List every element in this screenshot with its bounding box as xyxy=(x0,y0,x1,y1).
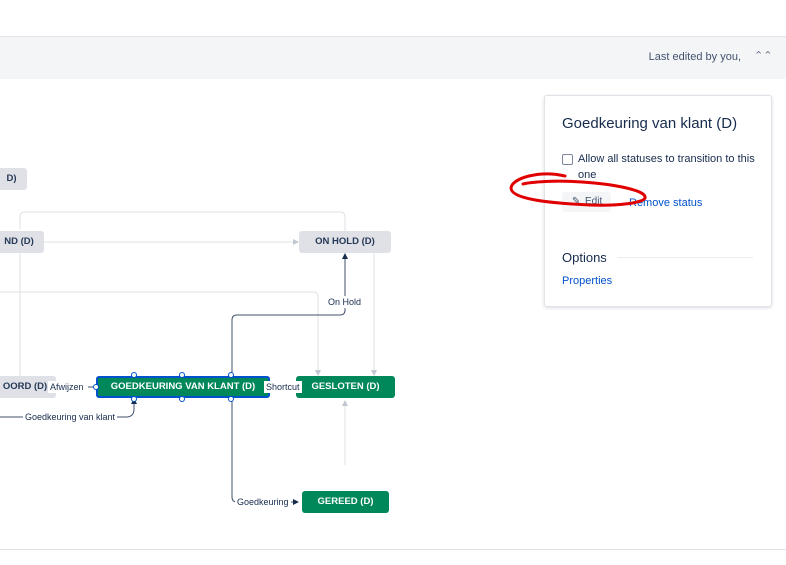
status-label: GOEDKEURING VAN KLANT (D) xyxy=(110,381,256,392)
last-edited-text: Last edited by you, xyxy=(648,51,741,63)
connection-handle[interactable] xyxy=(179,396,185,402)
connection-handle[interactable] xyxy=(179,372,185,378)
status-properties-panel: Goedkeuring van klant (D) Allow all stat… xyxy=(544,95,772,307)
connection-handle[interactable] xyxy=(228,372,234,378)
edit-button[interactable]: ✎ Edit xyxy=(562,192,611,212)
status-label: D) xyxy=(6,173,17,184)
allow-all-label[interactable]: Allow all statuses to transition to this… xyxy=(578,151,758,183)
status-node-partial-mid[interactable]: ND (D) xyxy=(0,231,44,253)
connection-handle[interactable] xyxy=(228,396,234,402)
connection-handle[interactable] xyxy=(131,396,137,402)
status-node-on-hold[interactable]: ON HOLD (D) xyxy=(299,231,391,253)
connection-handle[interactable] xyxy=(131,372,137,378)
transition-label-afwijzen[interactable]: Afwijzen xyxy=(48,381,86,393)
connection-handle[interactable] xyxy=(93,384,99,390)
status-label: OORD (D) xyxy=(2,381,48,392)
options-heading: Options xyxy=(562,250,607,265)
pencil-icon: ✎ xyxy=(572,196,581,207)
properties-link[interactable]: Properties xyxy=(562,275,612,287)
allow-all-checkbox[interactable] xyxy=(562,154,573,165)
transition-label-on-hold[interactable]: On Hold xyxy=(326,296,364,308)
status-label: ND (D) xyxy=(4,236,34,247)
options-divider xyxy=(617,257,753,258)
edit-button-label: Edit xyxy=(585,196,603,207)
status-node-gesloten[interactable]: GESLOTEN (D) xyxy=(296,376,395,398)
transition-label-shortcut[interactable]: Shortcut xyxy=(264,381,302,393)
panel-title: Goedkeuring van klant (D) xyxy=(562,115,738,132)
transition-label-goedkeuring-van-klant[interactable]: Goedkeuring van klant xyxy=(23,411,118,423)
chevron-double-up-icon[interactable]: ⌃⌃ xyxy=(754,49,772,63)
status-node-partial-top[interactable]: D) xyxy=(0,168,27,190)
status-label: GESLOTEN (D) xyxy=(311,381,380,392)
status-label: GEREED (D) xyxy=(317,496,374,507)
transition-label-goedkeuring[interactable]: Goedkeuring xyxy=(235,496,291,508)
toolbar: Last edited by you, ⌃⌃ xyxy=(0,36,786,80)
status-node-goedkeuring-van-klant[interactable]: GOEDKEURING VAN KLANT (D) xyxy=(96,376,270,398)
remove-status-link[interactable]: Remove status xyxy=(629,197,702,209)
status-node-gereed[interactable]: GEREED (D) xyxy=(302,491,389,513)
status-label: ON HOLD (D) xyxy=(315,236,375,247)
